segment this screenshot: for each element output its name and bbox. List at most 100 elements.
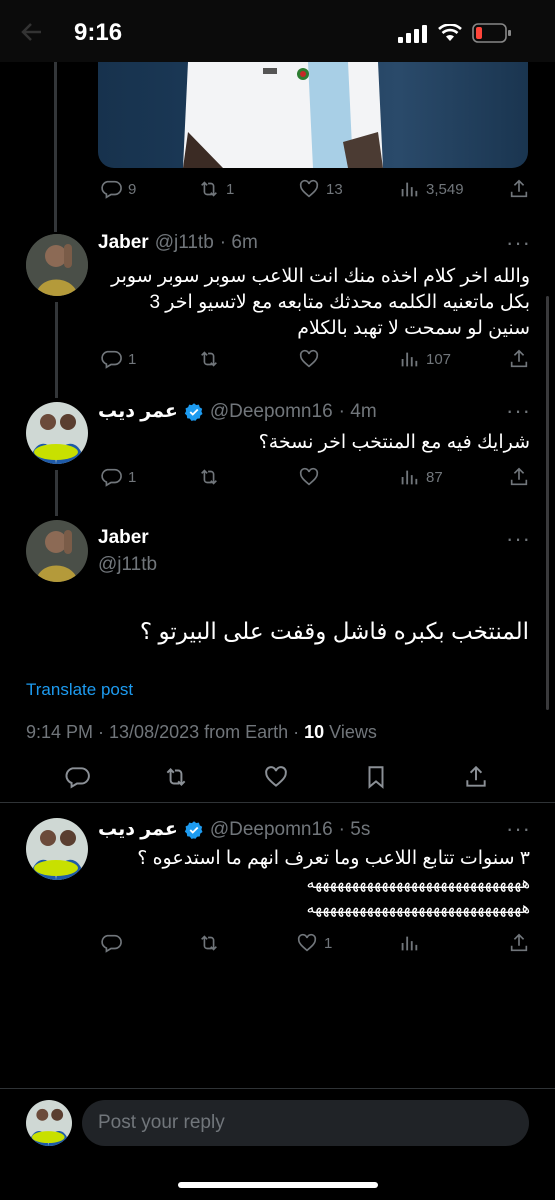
thread-line-top	[54, 62, 57, 232]
share-button[interactable]	[508, 463, 530, 491]
author-name[interactable]: Jaber	[98, 232, 149, 254]
author-name[interactable]: Jaber	[98, 527, 149, 549]
tweet-meta: 9:14 PM · 13/08/2023 from Earth · 10 Vie…	[26, 722, 377, 743]
views-count: 10	[304, 722, 325, 742]
views-label: Views	[324, 722, 377, 742]
like-button[interactable]	[298, 345, 320, 373]
home-indicator	[178, 1182, 378, 1188]
views-button[interactable]: 3,549	[398, 175, 464, 203]
avatar[interactable]	[26, 234, 88, 296]
retweet-button[interactable]	[198, 345, 220, 373]
post-timestamp[interactable]: 9:14 PM · 13/08/2023 from Earth ·	[26, 722, 304, 742]
player-photo	[183, 62, 383, 168]
reply-item[interactable]: Jaber @j11tb · 6m ··· والله اخر كلام اخذ…	[0, 226, 555, 398]
like-icon[interactable]	[263, 764, 289, 790]
retweet-button[interactable]: 1	[198, 175, 234, 203]
divider	[0, 802, 555, 803]
verified-icon	[184, 402, 203, 421]
post-time[interactable]: · 6m	[220, 232, 258, 254]
tweet-text: ٣ سنوات تتابع اللاعب وما تعرف انهم ما اس…	[137, 848, 530, 917]
avatar[interactable]	[26, 402, 88, 464]
reply-placeholder: Post your reply	[98, 1112, 225, 1133]
tweet-text: المنتخب بكبره فاشل وقفت على البيرتو ؟	[139, 618, 529, 644]
battery-icon	[472, 23, 511, 43]
share-icon[interactable]	[463, 764, 489, 790]
reply-icon	[101, 180, 122, 199]
views-icon	[401, 182, 418, 197]
thread-line	[55, 470, 58, 516]
post-time[interactable]: · 5s	[339, 819, 371, 841]
share-button[interactable]	[508, 345, 530, 373]
like-button[interactable]: 1	[296, 929, 332, 957]
avatar[interactable]	[26, 520, 88, 582]
views-button[interactable]: 107	[398, 345, 451, 373]
like-button[interactable]: 13	[298, 175, 343, 203]
more-icon[interactable]: ···	[506, 816, 531, 842]
back-arrow-icon[interactable]	[20, 22, 42, 42]
share-icon	[510, 179, 528, 198]
bookmark-icon[interactable]	[363, 764, 389, 790]
views-count: 107	[426, 350, 452, 368]
share-icon[interactable]	[508, 932, 530, 954]
reply-composer: Post your reply	[0, 1089, 555, 1200]
like-icon	[299, 179, 319, 198]
retweet-icon[interactable]	[198, 932, 220, 954]
views-count: 3,549	[426, 180, 464, 198]
post-time[interactable]: · 4m	[339, 401, 377, 423]
retweet-icon[interactable]	[163, 764, 189, 790]
views-icon	[401, 352, 418, 367]
author-handle[interactable]: @j11tb	[98, 554, 157, 576]
like-count: 13	[326, 180, 343, 198]
tweet-media-image[interactable]	[98, 62, 528, 168]
more-icon[interactable]: ···	[506, 398, 531, 424]
verified-icon	[184, 820, 203, 839]
reply-count: 1	[128, 468, 137, 486]
more-icon[interactable]: ···	[506, 230, 531, 256]
like-button[interactable]	[298, 463, 320, 491]
reply-count: 1	[128, 350, 137, 368]
retweet-button[interactable]	[198, 463, 220, 491]
main-tweet: Jaber @j11tb ··· المنتخب بكبره فاشل وقفت…	[0, 516, 555, 801]
reply-icon[interactable]	[64, 764, 90, 790]
retweet-icon	[201, 351, 217, 367]
reply-item[interactable]: عمر ديب @Deepomn16 · 4m ··· شرايك فيه مع…	[0, 398, 555, 516]
status-bar: 9:16	[0, 0, 555, 62]
like-count: 1	[324, 934, 333, 952]
views-button[interactable]: 87	[398, 463, 443, 491]
share-button[interactable]	[508, 175, 530, 203]
reply-button[interactable]: 1	[100, 345, 136, 373]
reply-icon	[101, 350, 122, 369]
retweet-icon	[201, 469, 217, 485]
status-time: 9:16	[74, 19, 123, 46]
like-icon	[297, 933, 317, 952]
views-icon[interactable]	[398, 932, 420, 954]
reply-item[interactable]: عمر ديب @Deepomn16 · 5s ··· ٣ سنوات تتاب…	[0, 812, 555, 962]
scrollbar[interactable]	[546, 296, 549, 710]
reply-count: 9	[128, 180, 137, 198]
author-handle[interactable]: @Deepomn16	[210, 819, 333, 841]
share-icon	[510, 467, 528, 486]
like-icon	[299, 349, 319, 368]
reply-icon	[101, 468, 122, 487]
like-icon	[299, 467, 319, 486]
wifi-icon	[438, 24, 462, 41]
avatar[interactable]	[26, 818, 88, 880]
avatar	[26, 1100, 72, 1146]
retweet-icon	[201, 181, 217, 197]
author-handle[interactable]: @j11tb	[155, 232, 214, 254]
retweet-count: 1	[226, 180, 235, 198]
author-handle[interactable]: @Deepomn16	[210, 401, 333, 423]
signal-icon	[398, 25, 427, 43]
views-icon	[401, 470, 418, 485]
top-tweet-actions: 9 1 13 3,549	[100, 175, 530, 203]
reply-button[interactable]: 1	[100, 463, 136, 491]
translate-link[interactable]: Translate post	[26, 680, 133, 700]
author-name[interactable]: عمر ديب	[98, 818, 178, 841]
views-count: 87	[426, 468, 443, 486]
author-name[interactable]: عمر ديب	[98, 400, 178, 423]
tweet-text: شرايك فيه مع المنتخب اخر نسخة؟	[258, 432, 530, 453]
reply-input[interactable]: Post your reply	[82, 1100, 529, 1146]
reply-button[interactable]: 9	[100, 175, 136, 203]
reply-icon[interactable]	[100, 932, 122, 954]
more-icon[interactable]: ···	[506, 526, 531, 552]
